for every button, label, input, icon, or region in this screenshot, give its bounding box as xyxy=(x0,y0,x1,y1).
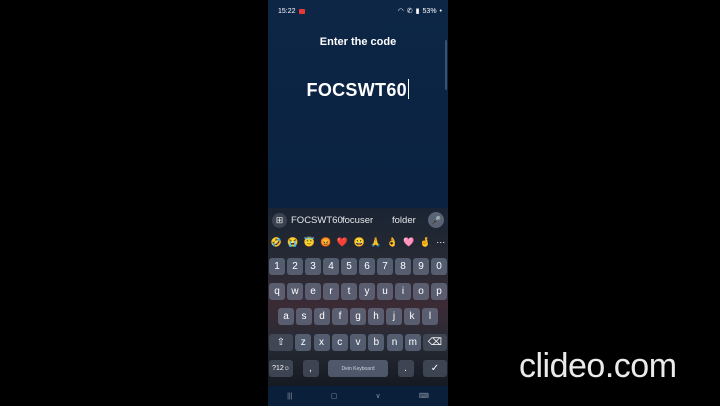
key-v[interactable]: v xyxy=(350,334,366,351)
key-w[interactable]: w xyxy=(287,283,303,300)
keyboard: ⊞ FOCSWT60 focuser folder 🎤 🤣 😭 😇 😡 ❤️ 😀… xyxy=(268,208,448,386)
key-m[interactable]: m xyxy=(404,334,421,351)
back-icon[interactable]: ∨ xyxy=(375,392,380,400)
microphone-icon[interactable]: 🎤 xyxy=(428,212,444,228)
signal-icon: ▮ xyxy=(415,8,420,15)
key-0[interactable]: 0 xyxy=(431,258,447,275)
keyboard-menu-icon[interactable]: ⊞ xyxy=(272,213,287,228)
enter-key[interactable]: ✓ xyxy=(423,360,447,377)
code-input[interactable]: FOCSWT60 xyxy=(268,79,448,101)
emoji-key[interactable]: 😇 xyxy=(304,237,315,248)
key-8[interactable]: 8 xyxy=(395,258,411,275)
emoji-key[interactable]: ❤️ xyxy=(337,237,348,248)
emoji-row: 🤣 😭 😇 😡 ❤️ 😀 🙏 👌 🩷 🤞 ⋯ xyxy=(268,233,448,251)
status-bar: 15:22 ◠ ✆ ▮ 53% • xyxy=(268,0,448,22)
emoji-key[interactable]: 😭 xyxy=(287,237,298,248)
key-s[interactable]: s xyxy=(296,308,312,325)
shift-key[interactable]: ⇧ xyxy=(269,334,293,351)
wifi-icon: ◠ xyxy=(397,8,404,15)
key-6[interactable]: 6 xyxy=(359,258,375,275)
key-z[interactable]: z xyxy=(295,334,312,351)
key-u[interactable]: u xyxy=(377,283,393,300)
watermark: clideo.com xyxy=(519,347,677,385)
home-icon[interactable]: ▢ xyxy=(331,392,338,400)
emoji-face-icon: ☺ xyxy=(283,365,290,372)
key-7[interactable]: 7 xyxy=(377,258,393,275)
comma-key[interactable]: , xyxy=(302,360,319,377)
key-1[interactable]: 1 xyxy=(269,258,285,275)
key-2[interactable]: 2 xyxy=(287,258,303,275)
battery-level: 53% xyxy=(422,7,437,15)
key-q[interactable]: q xyxy=(269,283,285,300)
key-5[interactable]: 5 xyxy=(341,258,357,275)
key-b[interactable]: b xyxy=(368,334,385,351)
suggestion-1[interactable]: FOCSWT60 xyxy=(291,215,343,226)
key-3[interactable]: 3 xyxy=(305,258,321,275)
key-p[interactable]: p xyxy=(431,283,447,300)
more-emojis-icon[interactable]: ⋯ xyxy=(436,237,445,248)
key-h[interactable]: h xyxy=(368,308,384,325)
key-i[interactable]: i xyxy=(395,283,411,300)
recent-apps-icon[interactable]: ||| xyxy=(287,393,292,400)
key-x[interactable]: x xyxy=(313,334,330,351)
emoji-key[interactable]: 🩷 xyxy=(403,237,414,248)
status-icons: ◠ ✆ ▮ 53% • xyxy=(397,7,442,16)
period-key[interactable]: . xyxy=(397,360,414,377)
text-caret xyxy=(407,79,410,99)
scrollbar xyxy=(445,40,447,90)
key-n[interactable]: n xyxy=(386,334,403,351)
number-row: 1 2 3 4 5 6 7 8 9 0 xyxy=(269,258,447,275)
key-a[interactable]: a xyxy=(278,308,294,325)
space-key[interactable]: Dein Keyboard xyxy=(328,360,388,377)
key-t[interactable]: t xyxy=(341,283,357,300)
key-j[interactable]: j xyxy=(386,308,402,325)
key-k[interactable]: k xyxy=(404,308,420,325)
key-f[interactable]: f xyxy=(332,308,348,325)
notification-icon xyxy=(299,9,305,14)
symbols-label: ?12 xyxy=(272,365,284,372)
backspace-key[interactable]: ⌫ xyxy=(423,334,447,351)
symbols-key[interactable]: ?12 ☺ xyxy=(269,360,293,377)
key-y[interactable]: y xyxy=(359,283,375,300)
key-r[interactable]: r xyxy=(323,283,339,300)
key-c[interactable]: c xyxy=(331,334,348,351)
emoji-key[interactable]: 🙏 xyxy=(370,237,381,248)
key-g[interactable]: g xyxy=(350,308,366,325)
zxcv-row: ⇧ z x c v b n m ⌫ xyxy=(269,334,447,351)
battery-dot-icon: • xyxy=(439,7,442,15)
suggestion-3[interactable]: folder xyxy=(392,215,416,226)
key-4[interactable]: 4 xyxy=(323,258,339,275)
code-value: FOCSWT60 xyxy=(306,80,407,100)
status-time: 15:22 xyxy=(278,8,296,15)
bottom-row: ?12 ☺ , Dein Keyboard . ✓ xyxy=(269,360,447,377)
key-l[interactable]: l xyxy=(422,308,438,325)
emoji-key[interactable]: 😡 xyxy=(320,237,331,248)
key-o[interactable]: o xyxy=(413,283,429,300)
suggestion-bar: ⊞ FOCSWT60 focuser folder 🎤 xyxy=(268,208,448,232)
navigation-bar: ||| ▢ ∨ ⌨ xyxy=(268,388,448,404)
asdf-row: a s d f g h j k l xyxy=(278,308,438,325)
suggestion-2[interactable]: focuser xyxy=(342,215,373,226)
page-title: Enter the code xyxy=(319,36,397,48)
emoji-key[interactable]: 👌 xyxy=(387,237,398,248)
emoji-key[interactable]: 😀 xyxy=(353,237,364,248)
emoji-key[interactable]: 🤞 xyxy=(420,237,431,248)
qwerty-row: q w e r t y u i o p xyxy=(269,283,447,300)
keyboard-switch-icon[interactable]: ⌨ xyxy=(419,392,429,400)
phone-screen: 15:22 ◠ ✆ ▮ 53% • Enter the code FOCSWT6… xyxy=(268,0,448,406)
key-e[interactable]: e xyxy=(305,283,321,300)
key-d[interactable]: d xyxy=(314,308,330,325)
call-icon: ✆ xyxy=(406,8,413,15)
key-9[interactable]: 9 xyxy=(413,258,429,275)
emoji-key[interactable]: 🤣 xyxy=(271,237,282,248)
